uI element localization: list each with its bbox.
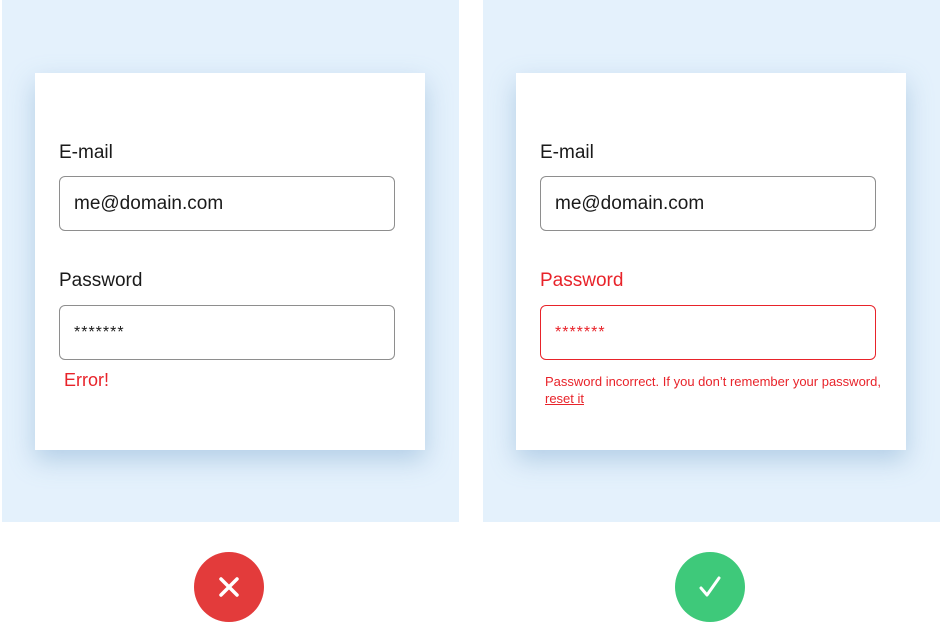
password-input-value: ******* <box>555 323 606 341</box>
email-input[interactable]: me@domain.com <box>59 176 395 231</box>
error-message: Password incorrect. If you don’t remembe… <box>545 373 885 407</box>
good-example-panel: E-mail me@domain.com Password ******* Pa… <box>483 0 940 522</box>
password-input[interactable]: ******* <box>540 305 876 360</box>
password-input-value: ******* <box>74 323 125 341</box>
checkmark-icon-glyph <box>699 576 721 597</box>
email-input-value: me@domain.com <box>555 192 705 214</box>
bad-example-panel: E-mail me@domain.com Password ******* Er… <box>2 0 459 522</box>
password-label: Password <box>540 270 624 291</box>
email-label: E-mail <box>59 142 113 163</box>
error-message: Error! <box>64 370 109 390</box>
email-input[interactable]: me@domain.com <box>540 176 876 231</box>
x-icon <box>194 552 264 622</box>
reset-password-link[interactable]: reset it <box>545 391 584 406</box>
password-label: Password <box>59 270 143 291</box>
checkmark-icon <box>675 552 745 622</box>
x-icon-glyph <box>219 577 239 597</box>
email-input-value: me@domain.com <box>74 192 224 214</box>
error-message-text: Password incorrect. If you don’t remembe… <box>545 374 881 389</box>
good-login-form-card: E-mail me@domain.com Password ******* Pa… <box>516 73 906 450</box>
password-input[interactable]: ******* <box>59 305 395 360</box>
bad-login-form-card: E-mail me@domain.com Password ******* Er… <box>35 73 425 450</box>
email-label: E-mail <box>540 142 594 163</box>
